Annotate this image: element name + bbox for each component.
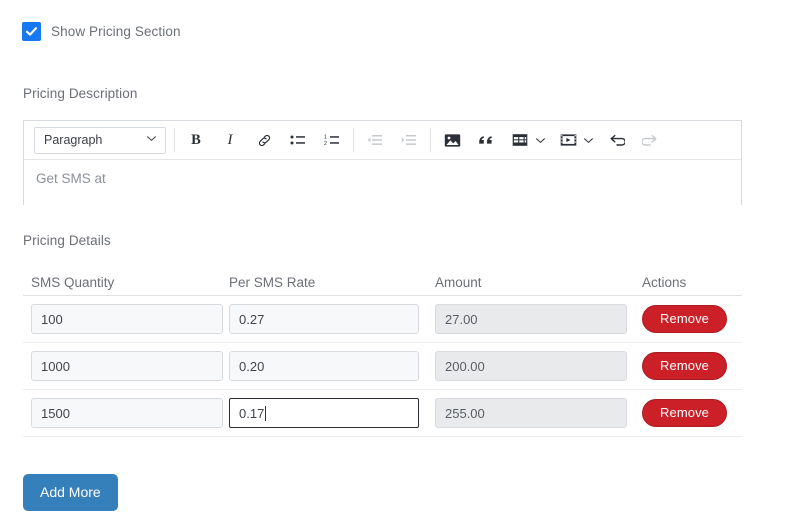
outdent-icon[interactable] — [362, 127, 388, 153]
svg-text:2: 2 — [324, 141, 327, 147]
table-row: 1500 0.17 255.00 Remove — [23, 390, 742, 437]
redo-icon[interactable] — [637, 127, 663, 153]
text-caret — [265, 405, 267, 421]
column-header-sms-quantity: SMS Quantity — [31, 275, 115, 290]
table-row: 1000 0.20 200.00 Remove — [23, 343, 742, 390]
per-sms-rate-input[interactable]: 0.17 — [229, 398, 419, 428]
column-header-per-sms-rate: Per SMS Rate — [229, 275, 316, 290]
paragraph-format-value: Paragraph — [44, 133, 103, 147]
column-header-amount: Amount — [435, 275, 482, 290]
remove-button[interactable]: Remove — [642, 399, 728, 427]
toolbar-divider — [353, 128, 354, 152]
toolbar-divider — [430, 128, 431, 152]
column-header-actions: Actions — [642, 275, 687, 290]
bold-icon[interactable]: B — [183, 127, 209, 153]
pricing-details-table: SMS Quantity Per SMS Rate Amount Actions… — [23, 268, 742, 437]
editor-toolbar: Paragraph B I 1 2 — [24, 121, 741, 160]
image-icon[interactable] — [439, 127, 465, 153]
table-chevron-down-icon[interactable] — [533, 135, 547, 146]
undo-icon[interactable] — [603, 127, 629, 153]
svg-text:1: 1 — [324, 135, 327, 141]
link-icon[interactable] — [251, 127, 277, 153]
show-pricing-section-label: Show Pricing Section — [51, 24, 181, 39]
amount-input: 200.00 — [435, 351, 627, 381]
sms-quantity-input[interactable]: 1500 — [31, 398, 223, 428]
table-row: 100 0.27 27.00 Remove — [23, 296, 742, 343]
remove-button[interactable]: Remove — [642, 305, 728, 333]
italic-icon[interactable]: I — [217, 127, 243, 153]
pricing-description-label: Pricing Description — [23, 86, 138, 101]
media-chevron-down-icon[interactable] — [581, 135, 595, 146]
editor-content[interactable]: Get SMS at — [24, 160, 741, 205]
per-sms-rate-input[interactable]: 0.20 — [229, 351, 419, 381]
media-icon[interactable] — [555, 127, 581, 153]
pricing-section-form: Show Pricing Section Pricing Description… — [0, 0, 791, 518]
add-more-button[interactable]: Add More — [23, 474, 118, 511]
numbered-list-icon[interactable]: 1 2 — [319, 127, 345, 153]
blockquote-icon[interactable] — [473, 127, 499, 153]
toolbar-divider — [174, 128, 175, 152]
show-pricing-section-row[interactable]: Show Pricing Section — [22, 22, 181, 41]
remove-button[interactable]: Remove — [642, 352, 728, 380]
table-header-row: SMS Quantity Per SMS Rate Amount Actions — [23, 268, 742, 296]
amount-input: 27.00 — [435, 304, 627, 334]
indent-icon[interactable] — [396, 127, 422, 153]
pricing-details-label: Pricing Details — [23, 233, 111, 248]
chevron-down-icon — [146, 133, 157, 147]
table-icon[interactable] — [507, 127, 533, 153]
paragraph-format-dropdown[interactable]: Paragraph — [34, 126, 166, 154]
per-sms-rate-value: 0.17 — [239, 405, 265, 421]
sms-quantity-input[interactable]: 100 — [31, 304, 223, 334]
bulleted-list-icon[interactable] — [285, 127, 311, 153]
sms-quantity-input[interactable]: 1000 — [31, 351, 223, 381]
show-pricing-section-checkbox[interactable] — [22, 22, 41, 41]
rich-text-editor: Paragraph B I 1 2 Get SMS at — [23, 120, 742, 205]
amount-input: 255.00 — [435, 398, 627, 428]
per-sms-rate-input[interactable]: 0.27 — [229, 304, 419, 334]
